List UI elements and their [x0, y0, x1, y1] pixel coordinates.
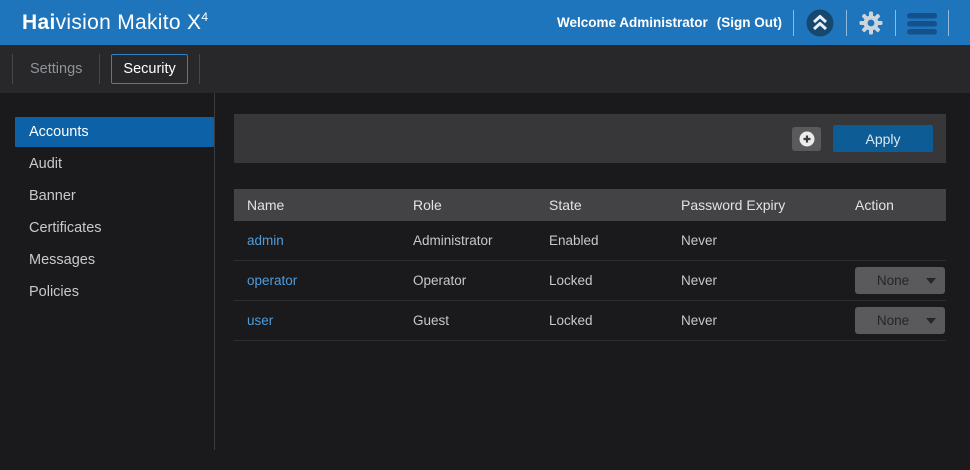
action-dropdown[interactable]: None	[855, 267, 945, 294]
account-name-link[interactable]: user	[247, 313, 413, 328]
column-header-action: Action	[855, 197, 946, 213]
sidebar-item-policies[interactable]: Policies	[15, 277, 214, 307]
sidebar-item-messages[interactable]: Messages	[15, 245, 214, 275]
password-expiry-cell: Never	[681, 273, 855, 288]
column-header-state: State	[549, 197, 681, 213]
add-account-button[interactable]	[792, 127, 821, 151]
password-expiry-cell: Never	[681, 313, 855, 328]
brand-logo: Haivision Makito X4	[22, 10, 208, 35]
role-cell: Administrator	[413, 233, 549, 248]
tab-divider	[99, 54, 100, 84]
topbar-divider	[895, 10, 896, 36]
circle-plus-icon	[799, 131, 815, 147]
welcome-text: Welcome Administrator	[557, 15, 708, 30]
hamburger-menu-icon[interactable]	[907, 10, 937, 36]
main-content: Apply Name Role State Password Expiry Ac…	[215, 93, 970, 450]
haivision-status-icon[interactable]	[805, 8, 835, 38]
topbar-divider	[948, 10, 949, 36]
accounts-table: Name Role State Password Expiry Action a…	[234, 189, 946, 341]
topbar-divider	[793, 10, 794, 36]
state-cell: Locked	[549, 273, 681, 288]
chevron-down-icon	[926, 278, 936, 284]
action-cell: None	[855, 267, 946, 294]
account-name-link[interactable]: operator	[247, 273, 413, 288]
topbar-right: Welcome Administrator (Sign Out)	[557, 8, 960, 38]
gear-icon[interactable]	[858, 10, 884, 36]
table-row: userGuestLockedNever None	[234, 301, 946, 341]
column-header-name: Name	[247, 197, 413, 213]
role-cell: Guest	[413, 313, 549, 328]
topbar-divider	[846, 10, 847, 36]
account-name-link[interactable]: admin	[247, 233, 413, 248]
tab-security[interactable]: Security	[111, 54, 187, 84]
table-header: Name Role State Password Expiry Action	[234, 189, 946, 221]
table-body: adminAdministratorEnabledNeveroperatorOp…	[234, 221, 946, 341]
column-header-password-expiry: Password Expiry	[681, 197, 855, 213]
role-cell: Operator	[413, 273, 549, 288]
sidebar: AccountsAuditBannerCertificatesMessagesP…	[0, 93, 215, 450]
tab-divider	[199, 54, 200, 84]
table-row: operatorOperatorLockedNever None	[234, 261, 946, 301]
sign-out-link[interactable]: (Sign Out)	[717, 15, 782, 30]
top-bar: Haivision Makito X4 Welcome Administrato…	[0, 0, 970, 45]
password-expiry-cell: Never	[681, 233, 855, 248]
accounts-toolbar: Apply	[234, 114, 946, 163]
action-dropdown[interactable]: None	[855, 307, 945, 334]
sidebar-item-certificates[interactable]: Certificates	[15, 213, 214, 243]
action-dropdown-value: None	[877, 273, 923, 288]
chevron-down-icon	[926, 318, 936, 324]
action-dropdown-value: None	[877, 313, 923, 328]
apply-button[interactable]: Apply	[833, 125, 933, 152]
brand-rest: vision Makito X	[56, 11, 202, 34]
state-cell: Locked	[549, 313, 681, 328]
column-header-role: Role	[413, 197, 549, 213]
tab-bar: Settings Security	[0, 45, 970, 93]
table-row: adminAdministratorEnabledNever	[234, 221, 946, 261]
action-cell: None	[855, 307, 946, 334]
page-body: AccountsAuditBannerCertificatesMessagesP…	[0, 93, 970, 450]
brand-sup: 4	[201, 10, 208, 24]
sidebar-item-accounts[interactable]: Accounts	[15, 117, 214, 147]
sidebar-item-audit[interactable]: Audit	[15, 149, 214, 179]
brand-bold: Hai	[22, 11, 56, 34]
tab-settings[interactable]: Settings	[13, 61, 99, 77]
state-cell: Enabled	[549, 233, 681, 248]
sidebar-item-banner[interactable]: Banner	[15, 181, 214, 211]
